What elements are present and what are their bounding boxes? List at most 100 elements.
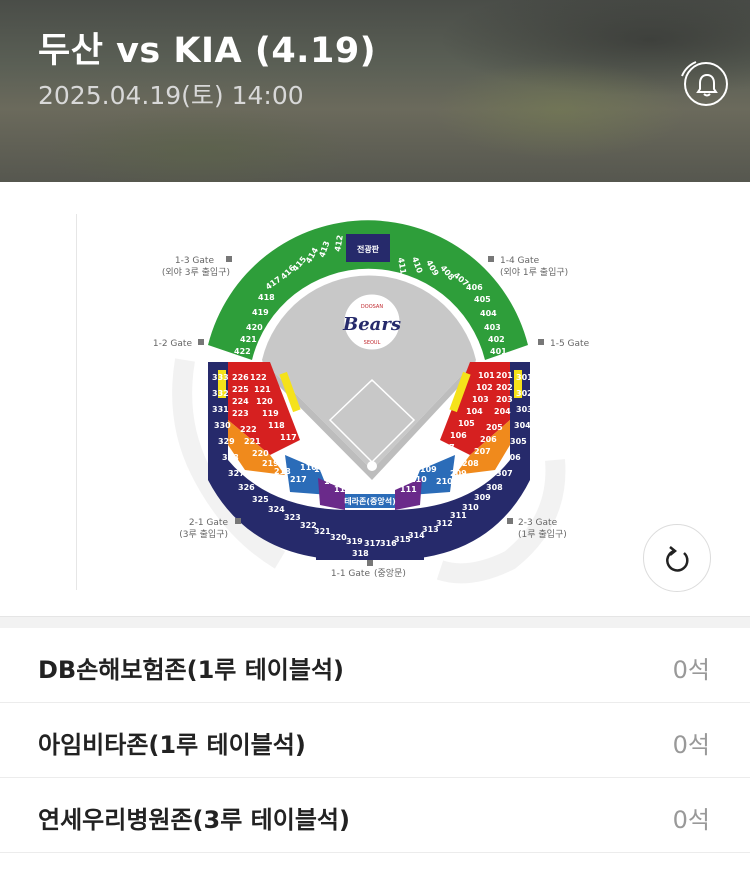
svg-text:418: 418 [258,293,275,302]
svg-text:103: 103 [472,395,489,404]
svg-text:218: 218 [274,467,291,476]
svg-text:321: 321 [314,527,331,536]
svg-text:223: 223 [232,409,249,418]
refresh-button[interactable] [643,524,711,592]
gate-2-1-label: 2-1 Gate [189,518,229,528]
svg-text:404: 404 [480,309,497,318]
divider [76,214,77,590]
svg-text:303: 303 [516,405,533,414]
zone-list: DB손해보험존(1루 테이블석) 0석 아임비타존(1루 테이블석) 0석 연세… [0,628,750,853]
svg-text:224: 224 [232,397,249,406]
section-divider [0,616,750,628]
svg-text:114: 114 [314,465,331,474]
bears-logo: Bears [342,314,401,335]
svg-text:308: 308 [486,483,503,492]
svg-text:204: 204 [494,407,511,416]
svg-text:421: 421 [240,335,257,344]
svg-text:119: 119 [262,409,279,418]
zone-name: DB손해보험존(1루 테이블석) [38,656,345,684]
svg-text:304: 304 [514,421,531,430]
stadium-seat-map[interactable]: 전광판 412 413 414 415 416 417 418 419 420 … [0,182,750,616]
gate-1-4-sub: (외야 1루 출입구) [500,266,568,278]
svg-text:206: 206 [480,435,497,444]
svg-text:111: 111 [400,485,417,494]
svg-text:420: 420 [246,323,263,332]
refresh-icon [666,546,689,572]
terrace-label: 테라존(중앙석) [344,496,395,506]
svg-text:122: 122 [250,373,267,382]
svg-text:331: 331 [212,405,229,414]
gate-1-2-label: 1-2 Gate [153,339,193,349]
gate-1-4-label: 1-4 Gate [500,256,540,266]
gate-2-3-sub: (1루 출입구) [518,528,567,540]
svg-text:327: 327 [228,469,245,478]
svg-text:226: 226 [232,373,249,382]
zone-seat-count: 0석 [672,731,710,759]
svg-text:207: 207 [474,447,491,456]
svg-text:405: 405 [474,295,491,304]
bell-icon [696,73,718,97]
logo-bottom-text: SEOUL [364,340,381,346]
svg-text:203: 203 [496,395,513,404]
svg-text:402: 402 [488,335,505,344]
svg-text:301: 301 [516,373,533,382]
svg-text:329: 329 [218,437,235,446]
svg-text:110: 110 [410,475,427,484]
gate-2-1-sub: (3루 출입구) [179,528,228,540]
svg-text:105: 105 [458,419,475,428]
svg-text:109: 109 [420,465,437,474]
svg-text:317: 317 [364,539,381,548]
svg-text:118: 118 [268,421,285,430]
logo-top-text: DOOSAN [361,304,383,310]
event-title: 두산 vs KIA (4.19) [38,31,377,71]
zone-seat-count: 0석 [672,806,710,834]
stadium-map: 전광판 412 413 414 415 416 417 418 419 420 … [0,182,750,616]
svg-text:406: 406 [466,283,483,292]
zone-row[interactable]: DB손해보험존(1루 테이블석) 0석 [0,628,750,703]
notification-bell-button[interactable] [684,62,728,106]
home-plate [367,461,377,471]
svg-text:306: 306 [504,453,521,462]
event-header: 두산 vs KIA (4.19) 2025.04.19(토) 14:00 [0,0,750,182]
event-datetime: 2025.04.19(토) 14:00 [38,81,304,110]
zone-seat-count: 0석 [672,656,710,684]
gate-1-3-label: 1-3 Gate [175,256,215,266]
svg-text:205: 205 [486,423,503,432]
svg-text:401: 401 [490,347,507,356]
svg-text:117: 117 [280,433,297,442]
svg-text:202: 202 [496,383,513,392]
gate-1-1-sub: (중앙문) [374,567,406,579]
svg-text:305: 305 [510,437,527,446]
svg-text:326: 326 [238,483,255,492]
svg-text:319: 319 [346,537,363,546]
svg-text:115: 115 [308,453,325,462]
svg-text:328: 328 [222,453,239,462]
svg-text:330: 330 [214,421,231,430]
svg-text:307: 307 [496,469,513,478]
zone-row[interactable]: 연세우리병원존(3루 테이블석) 0석 [0,778,750,853]
svg-text:221: 221 [244,437,261,446]
svg-text:220: 220 [252,449,269,458]
gate-2-3-label: 2-3 Gate [518,518,558,528]
svg-text:316: 316 [380,539,397,548]
svg-text:309: 309 [474,493,491,502]
svg-text:210: 210 [436,477,453,486]
gate-1-1-label: 1-1 Gate [331,569,371,579]
gate-1-5-label: 1-5 Gate [550,339,590,349]
scoreboard-label: 전광판 [357,244,380,254]
svg-text:324: 324 [268,505,285,514]
svg-text:121: 121 [254,385,271,394]
svg-text:225: 225 [232,385,249,394]
zone-name: 아임비타존(1루 테이블석) [38,731,306,759]
svg-text:108: 108 [428,453,445,462]
svg-text:403: 403 [484,323,501,332]
svg-text:320: 320 [330,533,347,542]
gate-1-3-sub: (외야 3루 출입구) [162,266,230,278]
svg-text:325: 325 [252,495,269,504]
svg-text:102: 102 [476,383,493,392]
svg-text:222: 222 [240,425,257,434]
svg-text:106: 106 [450,431,467,440]
svg-text:120: 120 [256,397,273,406]
svg-text:112: 112 [334,485,351,494]
zone-row[interactable]: 아임비타존(1루 테이블석) 0석 [0,703,750,778]
